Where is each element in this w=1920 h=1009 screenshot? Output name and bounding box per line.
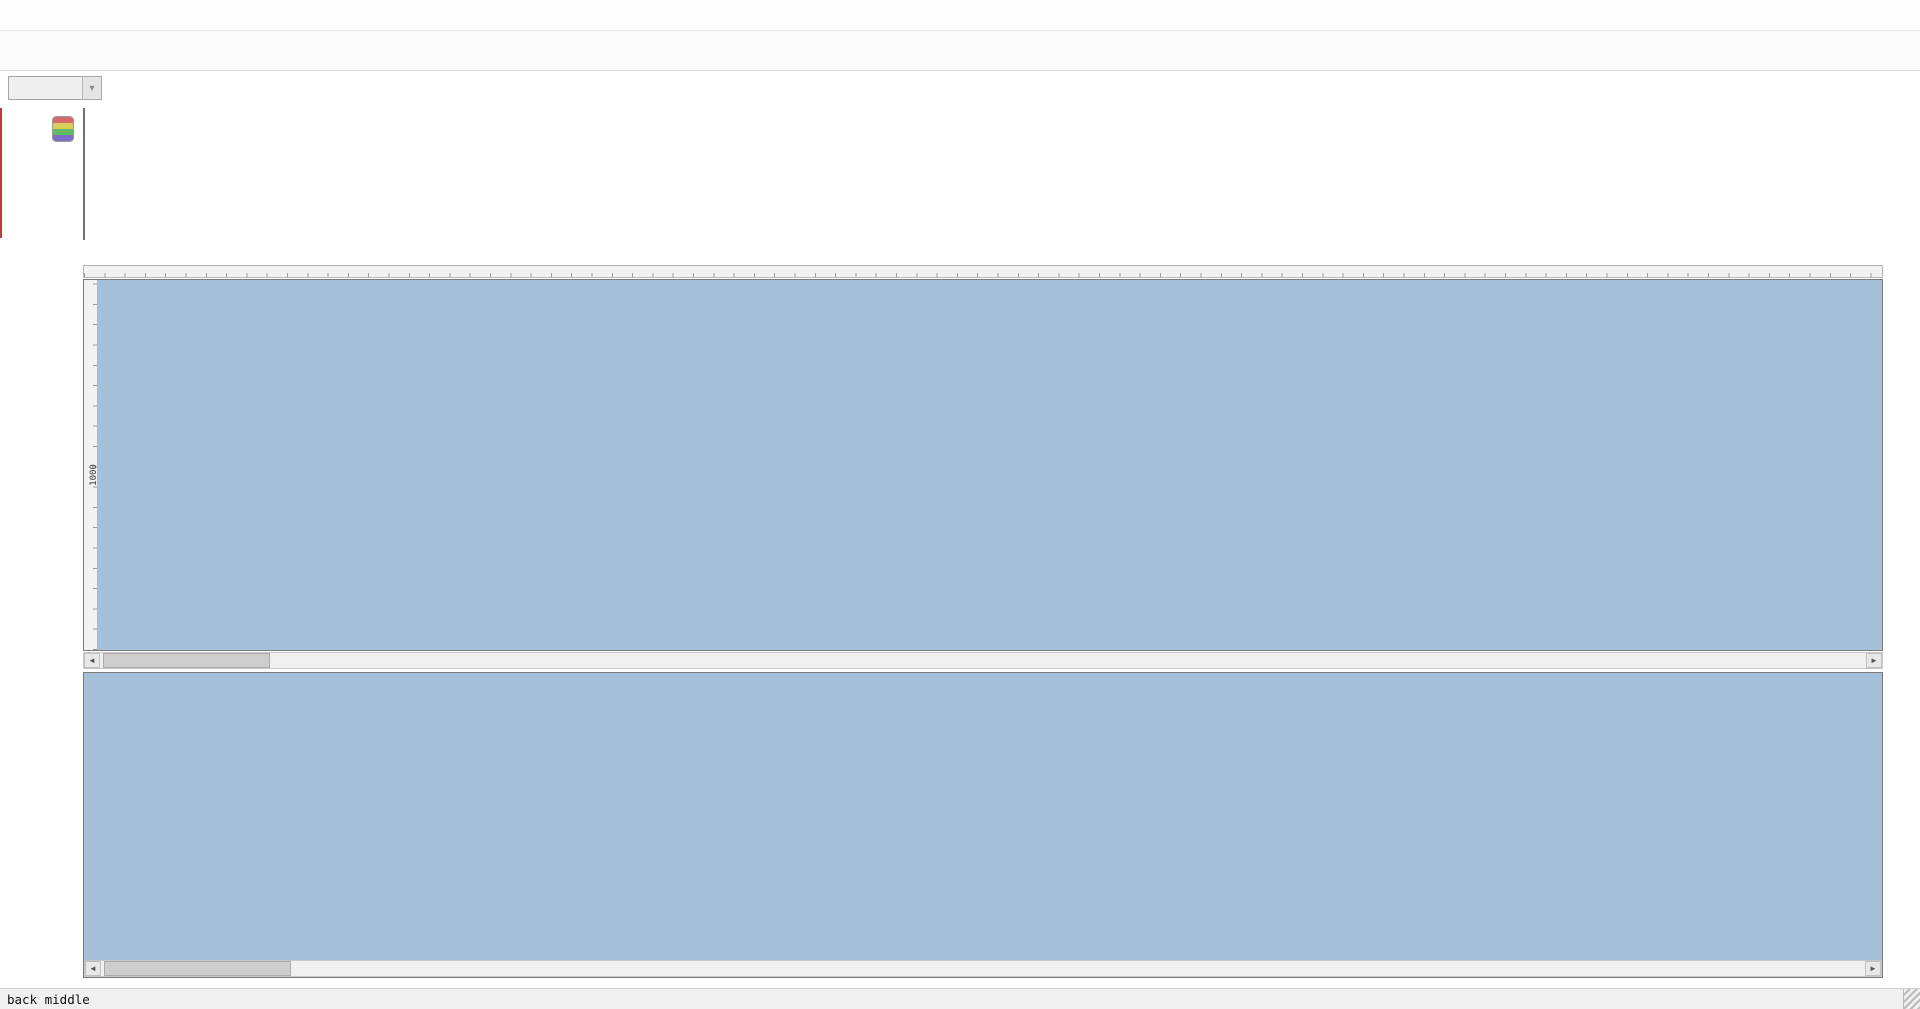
scroll-left-icon[interactable]: ◄	[84, 653, 100, 668]
scroll-right-icon[interactable]: ►	[1865, 961, 1881, 976]
vertical-ruler: 1000	[84, 280, 98, 650]
marker-combo-box[interactable]: ▾	[8, 76, 102, 100]
panel-boundary-line	[0, 108, 2, 238]
main-toolbar	[0, 31, 1920, 71]
status-bar: back middle	[0, 988, 1920, 1009]
combo-row: ▾	[0, 72, 1920, 106]
scroll-thumb[interactable]	[104, 961, 291, 976]
marker-canvas[interactable]: 1000	[83, 279, 1883, 651]
chevron-down-icon[interactable]: ▾	[82, 77, 101, 99]
horizontal-ruler	[83, 265, 1883, 278]
piece-palette-icon[interactable]	[52, 116, 74, 142]
marker-svg[interactable]	[97, 280, 1882, 650]
menu-bar	[0, 0, 1920, 31]
status-selected-piece: back middle	[0, 989, 1904, 1009]
canvas-hscrollbar[interactable]: ◄ ►	[83, 652, 1883, 669]
secondary-canvas[interactable]: ◄ ►	[83, 672, 1883, 978]
scroll-right-icon[interactable]: ►	[1866, 653, 1882, 668]
piece-panel	[83, 108, 85, 240]
scroll-left-icon[interactable]: ◄	[85, 961, 101, 976]
scroll-thumb[interactable]	[103, 653, 270, 668]
resize-grip[interactable]	[1904, 989, 1920, 1009]
secondary-hscrollbar[interactable]: ◄ ►	[84, 960, 1882, 977]
